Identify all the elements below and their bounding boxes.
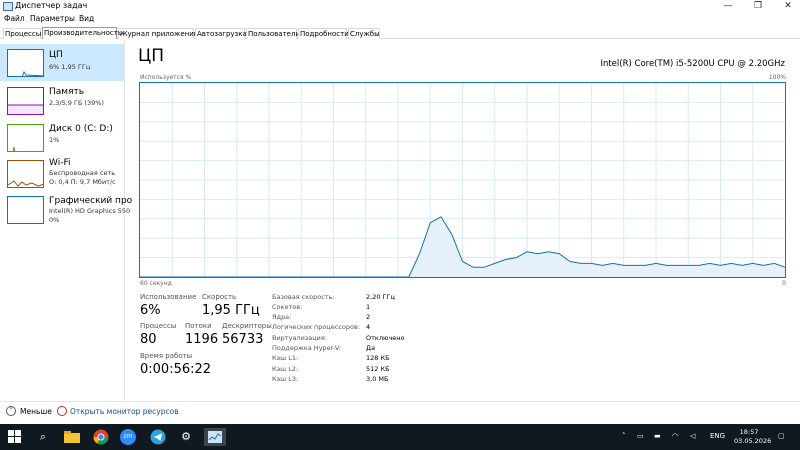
tab-startup[interactable]: Автозагрузка	[195, 28, 247, 39]
gpu-thumbnail-graph	[7, 196, 44, 224]
sidebar-item-subtitle: Беспроводная сеть	[49, 169, 116, 177]
minimize-button[interactable]: —	[716, 0, 740, 13]
close-button[interactable]: ✕	[776, 0, 800, 13]
settings-gear-icon[interactable]: ⚙	[177, 428, 195, 446]
page-title: ЦП	[138, 46, 164, 66]
menu-options[interactable]: Параметры	[30, 14, 75, 23]
sidebar-item-value: 2,3/5,9 ГБ (39%)	[49, 99, 104, 107]
file-explorer-icon[interactable]	[63, 428, 81, 446]
windows-start-icon[interactable]	[6, 428, 24, 446]
sidebar-item-label: Графический про	[49, 196, 133, 206]
spec-value: 2,20 ГГц	[366, 293, 395, 301]
sidebar-item-label: Wi-Fi	[49, 158, 71, 168]
cpu-usage-chart	[140, 83, 786, 278]
graph-x-end-label: 0	[782, 280, 786, 287]
sidebar-item-label: Диск 0 (C: D:)	[49, 124, 113, 134]
spec-value: 128 КБ	[366, 354, 390, 362]
graph-y-max-label: 100%	[768, 74, 786, 81]
maximize-button[interactable]: ❐	[746, 0, 770, 13]
wifi-thumbnail-graph	[7, 160, 44, 188]
title-bar	[0, 0, 800, 13]
cpu-thumbnail-graph	[7, 49, 44, 77]
spec-label: Базовая скорость:	[272, 293, 335, 301]
speed-label: Скорость	[202, 293, 237, 301]
tab-processes[interactable]: Процессы	[3, 28, 41, 39]
threads-value: 1196	[185, 332, 219, 347]
language-indicator[interactable]: ENG	[710, 432, 725, 440]
clock-time: 18:57	[739, 428, 759, 436]
spec-label: Кэш L3:	[272, 375, 299, 383]
menu-view[interactable]: Вид	[79, 14, 94, 23]
zoom-icon[interactable]: zm	[120, 428, 138, 446]
spec-label: Логических процессоров:	[272, 323, 361, 331]
spec-label: Поддержка Hyper-V:	[272, 344, 341, 352]
uptime-value: 0:00:56:22	[140, 362, 212, 377]
processes-value: 80	[140, 332, 157, 347]
cpu-usage-graph	[139, 82, 786, 278]
spec-value: Да	[366, 344, 376, 352]
tab-users[interactable]: Пользователи	[246, 28, 300, 39]
sidebar-item-value: 0%	[49, 216, 60, 224]
notifications-icon[interactable]: ▢	[778, 432, 785, 440]
sidebar-item-value: 6% 1,95 ГГц	[49, 63, 91, 71]
spec-value: 3,0 МБ	[366, 375, 389, 383]
task-manager-icon	[3, 2, 13, 11]
menu-file[interactable]: Файл	[4, 14, 25, 23]
search-icon[interactable]: ⌕	[34, 428, 52, 446]
fewer-details-link[interactable]: Меньше	[20, 407, 52, 416]
spec-value: Отключено	[366, 334, 405, 342]
usage-value: 6%	[140, 303, 161, 318]
graph-y-label: Используется %	[140, 74, 192, 81]
open-resource-monitor-link[interactable]: Открыть монитор ресурсов	[70, 407, 179, 416]
volume-icon[interactable]: ◁	[690, 432, 695, 440]
tab-app-history[interactable]: Журнал приложений	[118, 28, 198, 39]
menu-bar	[0, 13, 800, 26]
window-title: Диспетчер задач	[15, 1, 88, 10]
processes-label: Процессы	[140, 322, 177, 330]
sidebar-item-value: 1%	[49, 136, 60, 144]
sidebar-item-label: Память	[49, 87, 85, 97]
wifi-tray-icon[interactable]: ◠	[672, 432, 678, 440]
spec-value: 1	[366, 303, 371, 311]
sidebar-item-subtitle: Intel(R) HD Graphics 550	[49, 207, 131, 215]
tab-performance[interactable]: Производительность	[42, 27, 122, 39]
speed-value: 1,95 ГГц	[202, 303, 260, 318]
telegram-icon[interactable]	[149, 428, 167, 446]
handles-value: 56733	[222, 332, 264, 347]
network-tray-icon[interactable]: ▭	[637, 432, 644, 440]
uptime-label: Время работы	[140, 352, 193, 360]
memory-thumbnail-graph	[7, 87, 44, 115]
graph-x-start-label: 60 секунд	[140, 280, 172, 287]
threads-label: Потоки	[185, 322, 212, 330]
clock-date: 03.05.2026	[734, 437, 772, 445]
tab-services[interactable]: Службы	[348, 28, 380, 39]
disk-thumbnail-graph	[7, 124, 44, 152]
spec-label: Виртуализация:	[272, 334, 327, 342]
resource-monitor-icon[interactable]	[57, 406, 67, 416]
spec-value: 512 КБ	[366, 365, 390, 373]
battery-icon[interactable]: ▬	[654, 432, 661, 440]
zoom-label: zm	[120, 429, 136, 445]
spec-label: Ядра:	[272, 313, 292, 321]
chevron-up-icon[interactable]: ˄	[6, 406, 16, 416]
handles-label: Дескрипторы	[222, 322, 272, 330]
usage-label: Использование	[140, 293, 197, 301]
spec-label: Кэш L1:	[272, 354, 299, 362]
sidebar-item-label: ЦП	[49, 50, 63, 60]
clock[interactable]: 18:57 03.05.2026	[734, 428, 772, 446]
sidebar-item-value: О: 0,4 П: 9,7 Мбит/с	[49, 178, 116, 186]
task-manager-taskbar-icon[interactable]	[204, 428, 226, 446]
cpu-model-name: Intel(R) Core(TM) i5-5200U CPU @ 2.20GHz	[600, 59, 785, 69]
tab-details[interactable]: Подробности	[298, 28, 349, 39]
spec-label: Кэш L2:	[272, 365, 299, 373]
spec-value: 4	[366, 323, 371, 331]
spec-label: Сокетов:	[272, 303, 303, 311]
spec-value: 2	[366, 313, 371, 321]
chevron-up-tray-icon[interactable]: ˄	[622, 432, 626, 440]
chrome-icon[interactable]	[92, 428, 110, 446]
